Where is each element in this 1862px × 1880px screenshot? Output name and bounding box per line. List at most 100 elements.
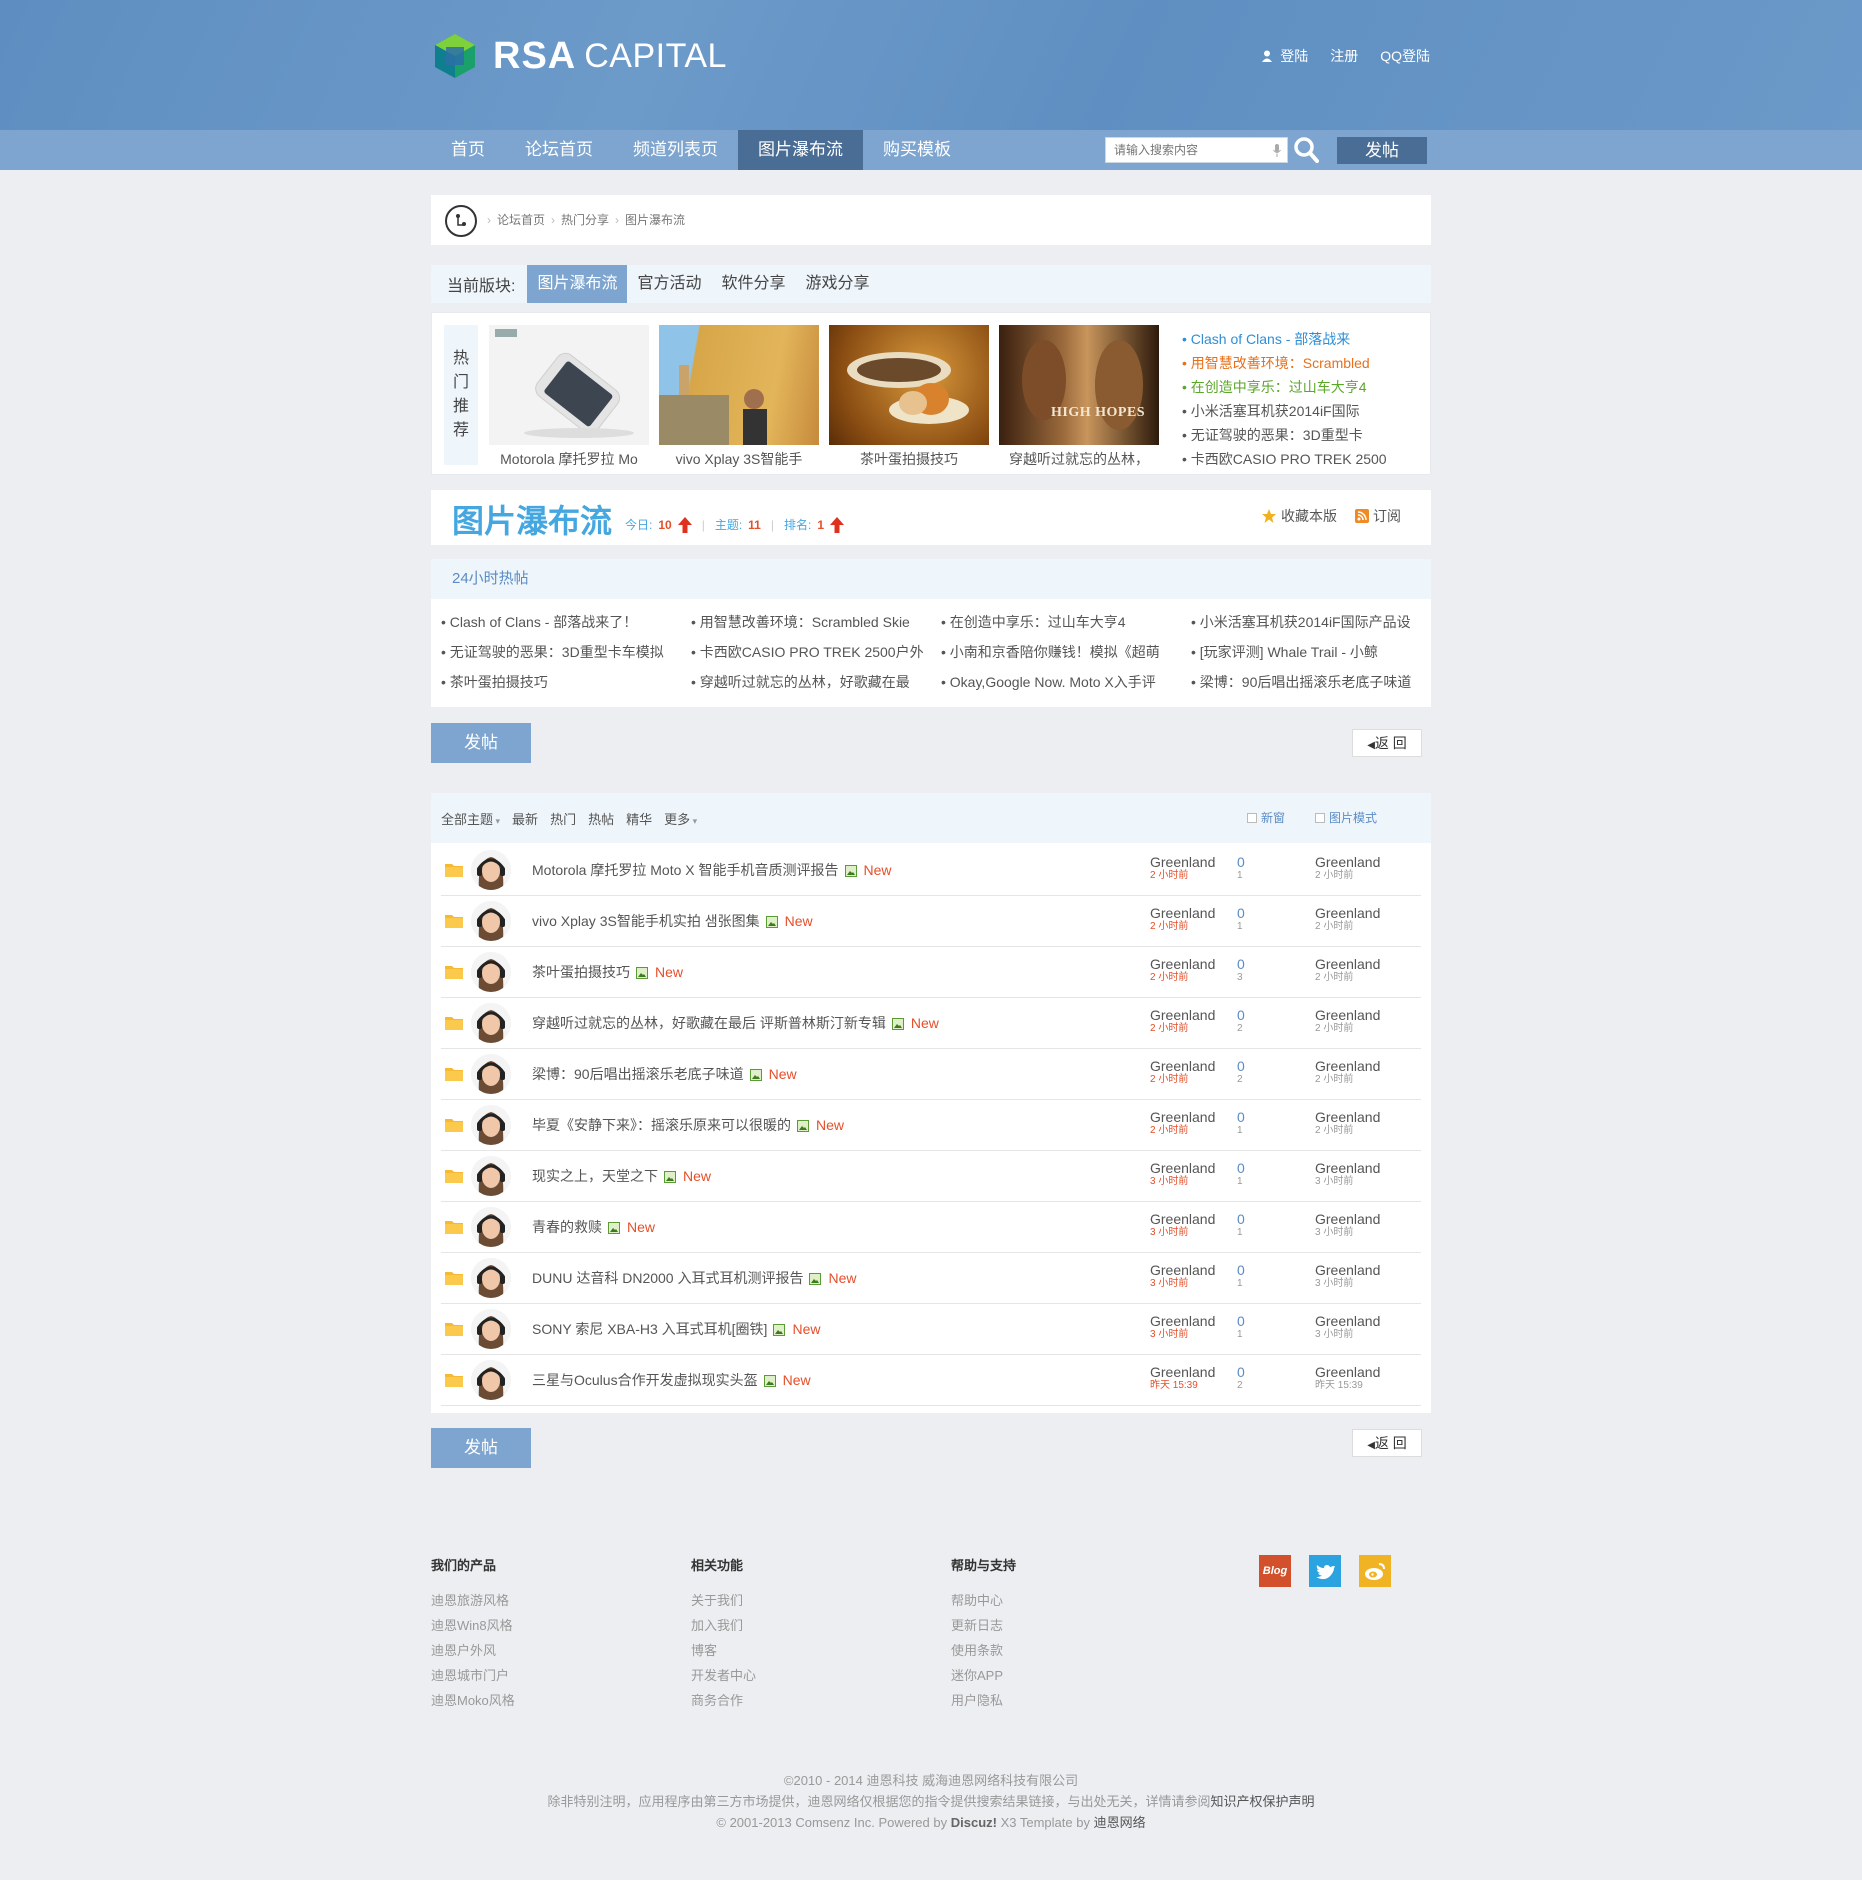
author-name[interactable]: Greenland	[1150, 1262, 1215, 1278]
thread-title[interactable]: 穿越听过就忘的丛林，好歌藏在最后 评斯普林斯汀新专辑	[532, 1013, 886, 1033]
last-poster[interactable]: Greenland	[1315, 1007, 1380, 1023]
footer-link[interactable]: 商务合作	[691, 1688, 891, 1713]
thread-title[interactable]: 茶叶蛋拍摄技巧	[532, 962, 630, 982]
thread-row[interactable]: 青春的救赎 New Greenland 3 小时前 0 1 Greenland 3 小时前	[441, 1202, 1421, 1253]
hot-24h-item[interactable]: • Okay,Google Now. Moto X入手评	[941, 671, 1191, 693]
hot-link[interactable]: • 无证驾驶的恶果：3D重型卡	[1182, 423, 1387, 447]
avatar[interactable]	[471, 1360, 511, 1400]
avatar[interactable]	[471, 1258, 511, 1298]
footer-link[interactable]: 迪恩户外风	[431, 1638, 631, 1663]
filter-all[interactable]: 全部主题 ▾	[441, 809, 500, 828]
logo[interactable]: RSA CAPITAL	[431, 30, 727, 82]
nav-item[interactable]: 图片瀑布流	[738, 130, 863, 170]
nav-item[interactable]: 频道列表页	[613, 130, 738, 170]
last-poster[interactable]: Greenland	[1315, 1313, 1380, 1329]
filter-more[interactable]: 更多 ▾	[664, 809, 697, 828]
filter-tab-digest[interactable]: 精华	[626, 809, 652, 828]
filter-tab-hot[interactable]: 热门	[550, 809, 576, 828]
last-poster[interactable]: Greenland	[1315, 854, 1380, 870]
author-name[interactable]: Greenland	[1150, 1007, 1215, 1023]
hot-24h-item[interactable]: • 小米活塞耳机获2014iF国际产品设	[1191, 611, 1421, 633]
last-poster[interactable]: Greenland	[1315, 1160, 1380, 1176]
favorite-forum-link[interactable]: 收藏本版	[1261, 506, 1337, 526]
thread-row[interactable]: 茶叶蛋拍摄技巧 New Greenland 2 小时前 0 3 Greenland 2 小时前	[441, 947, 1421, 998]
thread-row[interactable]: DUNU 达音科 DN2000 入耳式耳机测评报告 New Greenland 3 小…	[441, 1253, 1421, 1304]
hot-pic-3[interactable]: 茶叶蛋拍摄技巧	[829, 325, 989, 469]
hot-pic-4[interactable]: HIGH HOPES 穿越听过就忘的丛林，	[999, 325, 1159, 469]
author-name[interactable]: Greenland	[1150, 1313, 1215, 1329]
qq-login-link[interactable]: QQ登陆	[1380, 46, 1430, 66]
thread-title[interactable]: 三星与Oculus合作开发虚拟现实头盔	[532, 1370, 758, 1390]
thread-title[interactable]: 青春的救赎	[532, 1217, 602, 1237]
footer-link[interactable]: 加入我们	[691, 1613, 891, 1638]
pic-mode-checkbox[interactable]: 图片模式	[1315, 809, 1377, 826]
hot-24h-item[interactable]: • [玩家评测] Whale Trail - 小鲸	[1191, 641, 1421, 663]
last-poster[interactable]: Greenland	[1315, 956, 1380, 972]
template-author-link[interactable]: 迪恩网络	[1094, 1815, 1146, 1830]
header-post-button[interactable]: 发帖	[1337, 137, 1427, 164]
hot-pic-1[interactable]: Motorola 摩托罗拉 Mo	[489, 325, 649, 469]
footer-link[interactable]: 迪恩Moko风格	[431, 1688, 631, 1713]
thread-row[interactable]: vivo Xplay 3S智能手机实拍 샘张图集 New Greenland 2 小时…	[441, 896, 1421, 947]
hot-pic-2[interactable]: vivo Xplay 3S智能手	[659, 325, 819, 469]
author-name[interactable]: Greenland	[1150, 854, 1215, 870]
hot-24h-item[interactable]: • 在创造中享乐：过山车大亨4	[941, 611, 1191, 633]
avatar[interactable]	[471, 1309, 511, 1349]
back-button-bottom[interactable]: ◀返 回	[1352, 1429, 1422, 1457]
nav-item[interactable]: 论坛首页	[505, 130, 613, 170]
thread-row[interactable]: SONY 索尼 XBA-H3 入耳式耳机[圈铁] New Greenland 3 小时…	[441, 1304, 1421, 1355]
thread-row[interactable]: 穿越听过就忘的丛林，好歌藏在最后 评斯普林斯汀新专辑 New Greenland 2 …	[441, 998, 1421, 1049]
author-name[interactable]: Greenland	[1150, 905, 1215, 921]
author-name[interactable]: Greenland	[1150, 1109, 1215, 1125]
hot-24h-item[interactable]: • 卡西欧CASIO PRO TREK 2500户外	[691, 641, 941, 663]
last-poster[interactable]: Greenland	[1315, 905, 1380, 921]
hot-24h-item[interactable]: • 茶叶蛋拍摄技巧	[441, 671, 691, 693]
author-name[interactable]: Greenland	[1150, 1058, 1215, 1074]
board-tab[interactable]: 软件分享	[711, 265, 795, 303]
last-poster[interactable]: Greenland	[1315, 1262, 1380, 1278]
last-poster[interactable]: Greenland	[1315, 1109, 1380, 1125]
board-tab[interactable]: 图片瀑布流	[527, 265, 628, 303]
breadcrumb-item[interactable]: 热门分享	[561, 211, 609, 228]
hot-link[interactable]: • 小米活塞耳机获2014iF国际	[1182, 399, 1387, 423]
post-button-top[interactable]: 发帖	[431, 723, 531, 763]
thread-row[interactable]: 毕夏《安静下来》：摇滚乐原来可以很暖的 New Greenland 2 小时前 0 1 Gr…	[441, 1100, 1421, 1151]
footer-link[interactable]: 更新日志	[951, 1613, 1151, 1638]
hot-24h-item[interactable]: • 梁博：90后唱出摇滚乐老底子味道	[1191, 671, 1421, 693]
avatar[interactable]	[471, 1003, 511, 1043]
board-tab[interactable]: 官方活动	[627, 265, 711, 303]
thread-title[interactable]: vivo Xplay 3S智能手机实拍 샘张图集	[532, 911, 760, 931]
hot-link[interactable]: • 卡西欧CASIO PRO TREK 2500	[1182, 447, 1387, 471]
avatar[interactable]	[471, 1156, 511, 1196]
subscribe-link[interactable]: 订阅	[1355, 506, 1401, 526]
filter-tab-latest[interactable]: 最新	[512, 809, 538, 828]
nav-item[interactable]: 购买模板	[863, 130, 971, 170]
thread-row[interactable]: 现实之上，天堂之下 New Greenland 3 小时前 0 1 Greenland 3 小…	[441, 1151, 1421, 1202]
footer-link[interactable]: 用户隐私	[951, 1688, 1151, 1713]
footer-link[interactable]: 关于我们	[691, 1588, 891, 1613]
avatar[interactable]	[471, 901, 511, 941]
ip-statement-link[interactable]: 知识产权保护声明	[1211, 1794, 1315, 1809]
author-name[interactable]: Greenland	[1150, 1160, 1215, 1176]
search-icon[interactable]	[1293, 136, 1319, 164]
home-icon[interactable]	[445, 205, 477, 237]
hot-24h-item[interactable]: • 无证驾驶的恶果：3D重型卡车模拟	[441, 641, 691, 663]
thread-row[interactable]: Motorola 摩托罗拉 Moto X 智能手机音质测评报告 New Greenl…	[441, 845, 1421, 896]
avatar[interactable]	[471, 952, 511, 992]
hot-24h-item[interactable]: • 小南和京香陪你赚钱！模拟《超萌	[941, 641, 1191, 663]
thread-row[interactable]: 梁博：90后唱出摇滚乐老底子味道 New Greenland 2 小时前 0 2 Green…	[441, 1049, 1421, 1100]
nav-item[interactable]: 首页	[431, 130, 505, 170]
thread-title[interactable]: 毕夏《安静下来》：摇滚乐原来可以很暖的	[532, 1115, 791, 1135]
thread-title[interactable]: 梁博：90后唱出摇滚乐老底子味道	[532, 1064, 744, 1084]
login-link[interactable]: 登陆	[1262, 46, 1308, 66]
author-name[interactable]: Greenland	[1150, 1211, 1215, 1227]
footer-link[interactable]: 迪恩Win8风格	[431, 1613, 631, 1638]
thread-title[interactable]: Motorola 摩托罗拉 Moto X 智能手机音质测评报告	[532, 860, 839, 880]
hot-link[interactable]: • Clash of Clans - 部落战来	[1182, 327, 1387, 351]
hot-24h-item[interactable]: • 用智慧改善环境：Scrambled Skie	[691, 611, 941, 633]
filter-tab-hotpost[interactable]: 热帖	[588, 809, 614, 828]
footer-link[interactable]: 迪恩旅游风格	[431, 1588, 631, 1613]
thread-title[interactable]: DUNU 达音科 DN2000 入耳式耳机测评报告	[532, 1268, 803, 1288]
back-button-top[interactable]: ◀返 回	[1352, 729, 1422, 757]
hot-24h-item[interactable]: • Clash of Clans - 部落战来了！	[441, 611, 691, 633]
